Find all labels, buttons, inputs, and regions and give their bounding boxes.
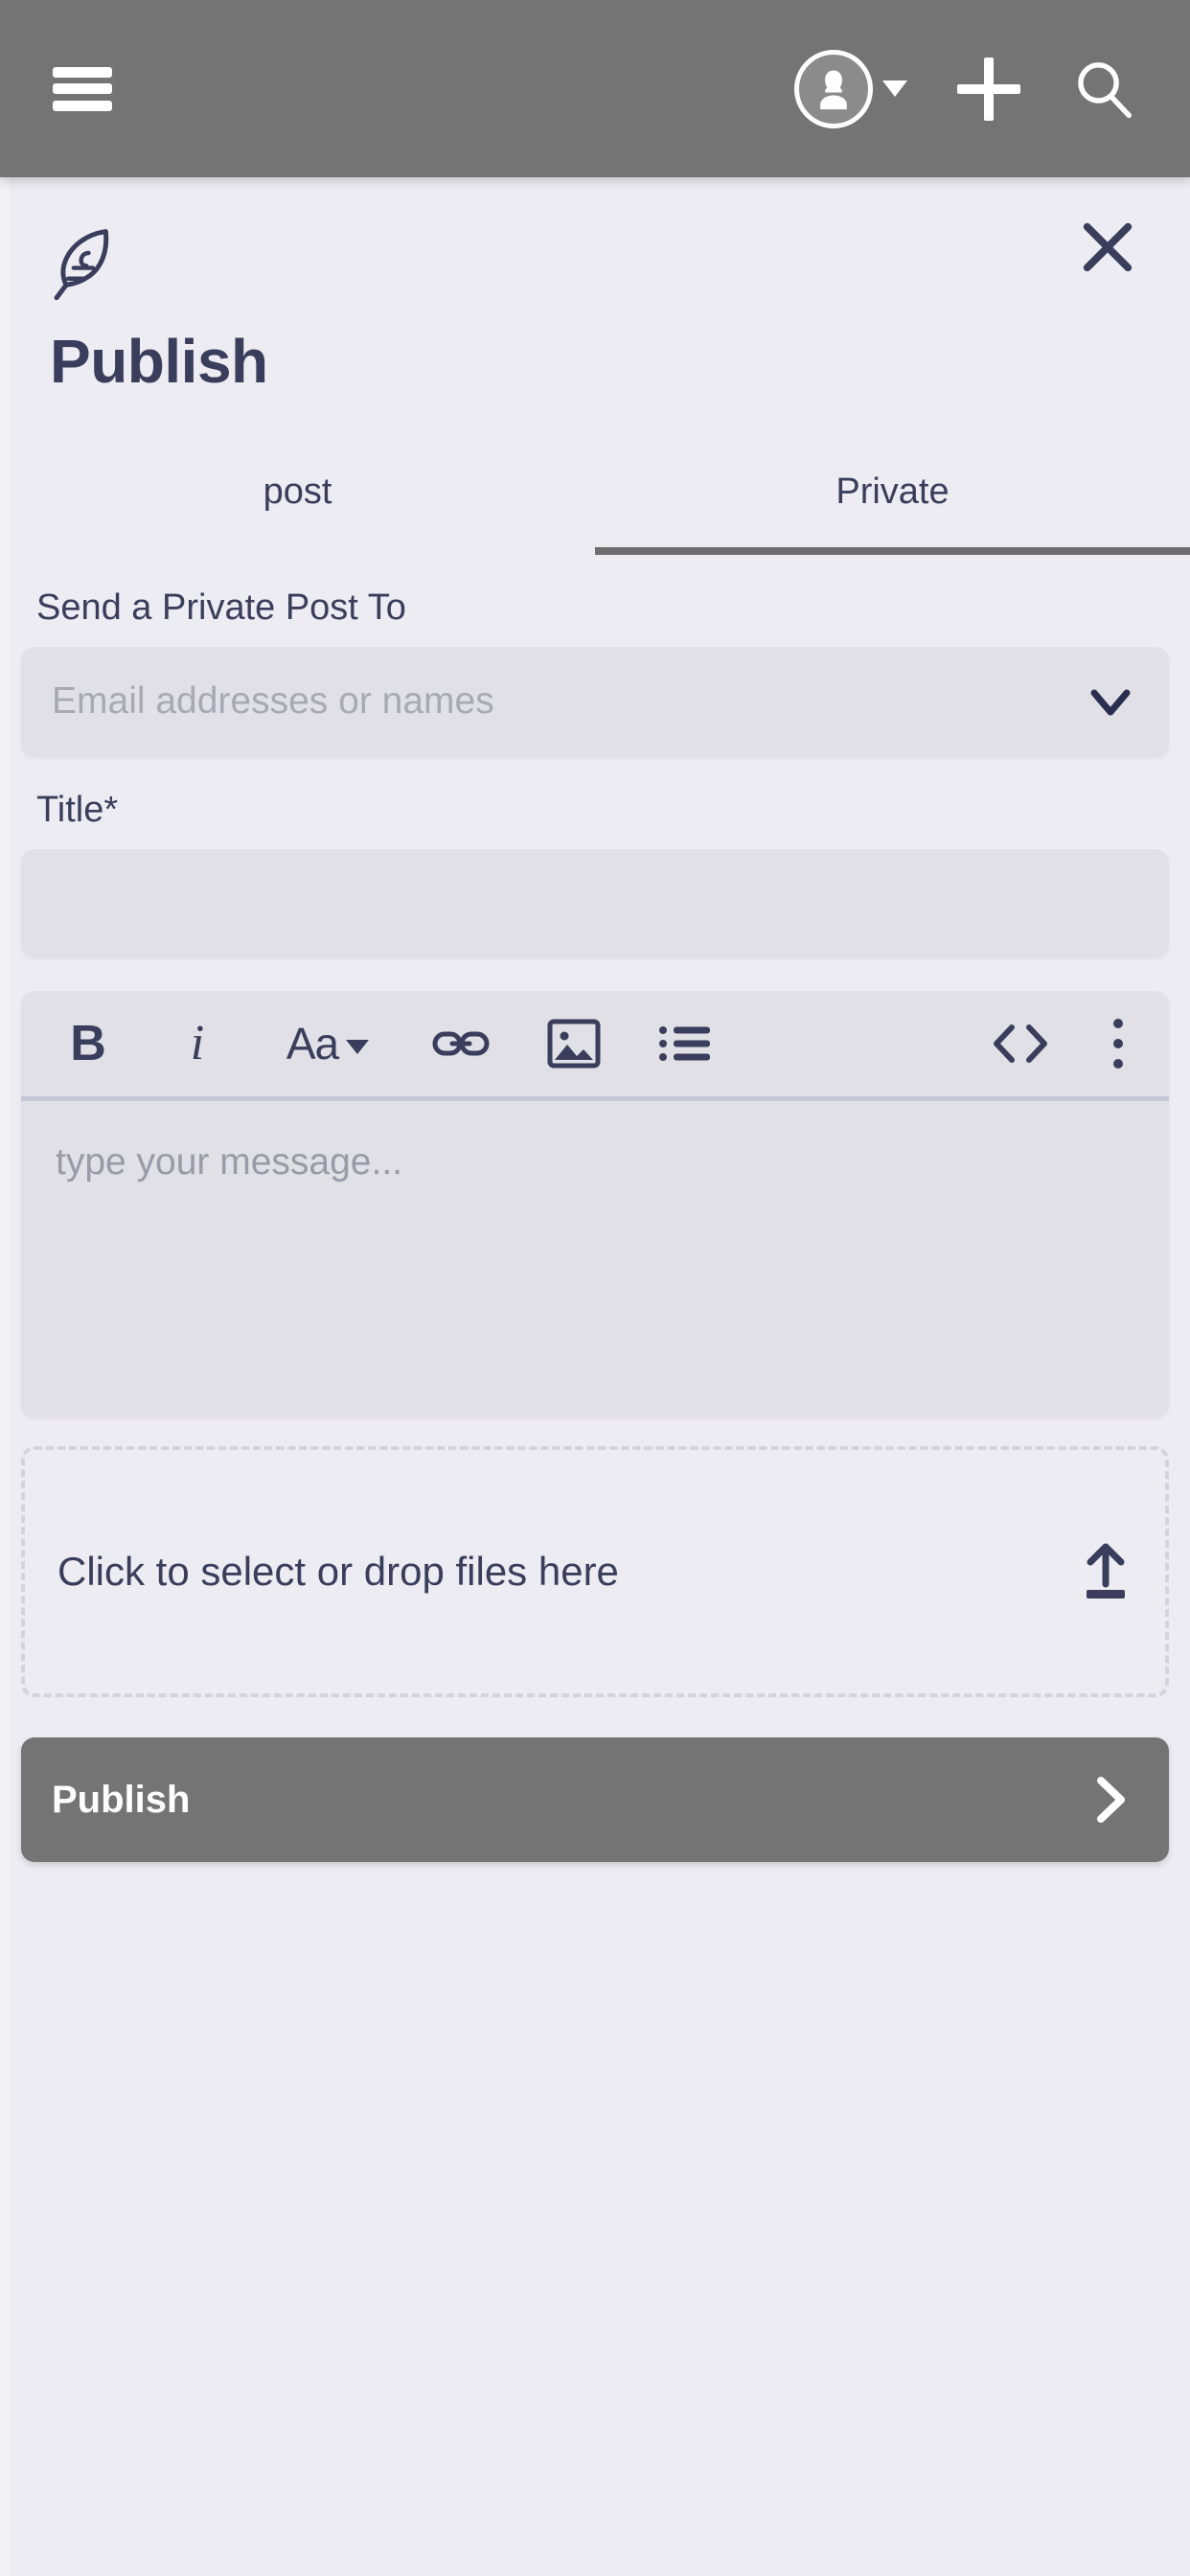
user-avatar-icon [794,49,873,128]
bullet-list-icon[interactable] [657,1010,713,1077]
publish-tabs: post Private [0,442,1190,555]
hamburger-bar [53,100,112,111]
message-input[interactable]: type your message... [21,1101,1169,1417]
hamburger-menu-icon[interactable] [53,66,112,111]
publish-panel: Publish post Private Send a Private Post… [0,177,1190,2576]
file-dropzone[interactable]: Click to select or drop files here [21,1446,1169,1697]
font-size-button[interactable]: Aa [280,1010,376,1077]
font-size-label: Aa [286,1018,339,1069]
panel-header [0,177,1190,300]
title-label: Title* [36,790,119,830]
close-x-icon[interactable] [1078,218,1137,277]
hamburger-bar [53,66,112,78]
page-edge-strip [0,177,10,2576]
page-title: Publish [50,327,268,396]
caret-down-icon [882,80,907,97]
publish-form: Send a Private Post To Email addresses o… [0,587,1190,1862]
recipients-select[interactable]: Email addresses or names [21,646,1169,757]
tab-private-label: Private [835,471,950,512]
app-screen: Publish post Private Send a Private Post… [0,0,1190,2576]
message-placeholder: type your message... [56,1141,403,1183]
publish-button-label: Publish [52,1778,191,1821]
tab-post[interactable]: post [0,442,595,555]
dropzone-label: Click to select or drop files here [57,1549,619,1594]
chevron-down-icon [1085,676,1136,727]
tab-post-label: post [263,471,332,512]
upload-arrow-icon [1079,1542,1133,1601]
code-icon[interactable] [989,1010,1052,1077]
italic-button[interactable]: i [171,1010,224,1077]
title-input[interactable] [21,848,1169,957]
bold-button[interactable]: B [61,1010,115,1077]
caret-down-icon [346,1040,370,1054]
link-icon[interactable] [431,1010,491,1077]
hamburger-bar [53,83,112,94]
top-app-bar [0,0,1190,177]
message-editor: B i Aa type your message... [21,990,1169,1417]
recipients-placeholder: Email addresses or names [52,680,494,722]
search-icon[interactable] [1070,56,1137,123]
editor-toolbar: B i Aa [21,990,1169,1101]
account-menu-button[interactable] [794,49,907,128]
plus-icon[interactable] [957,57,1020,121]
recipients-label: Send a Private Post To [36,587,406,628]
image-icon[interactable] [546,1010,602,1077]
chevron-right-icon [1083,1773,1136,1827]
publish-button[interactable]: Publish [21,1737,1169,1862]
tab-private[interactable]: Private [595,442,1190,555]
kebab-menu-icon[interactable] [1108,1010,1129,1077]
feather-quill-icon [50,225,119,300]
